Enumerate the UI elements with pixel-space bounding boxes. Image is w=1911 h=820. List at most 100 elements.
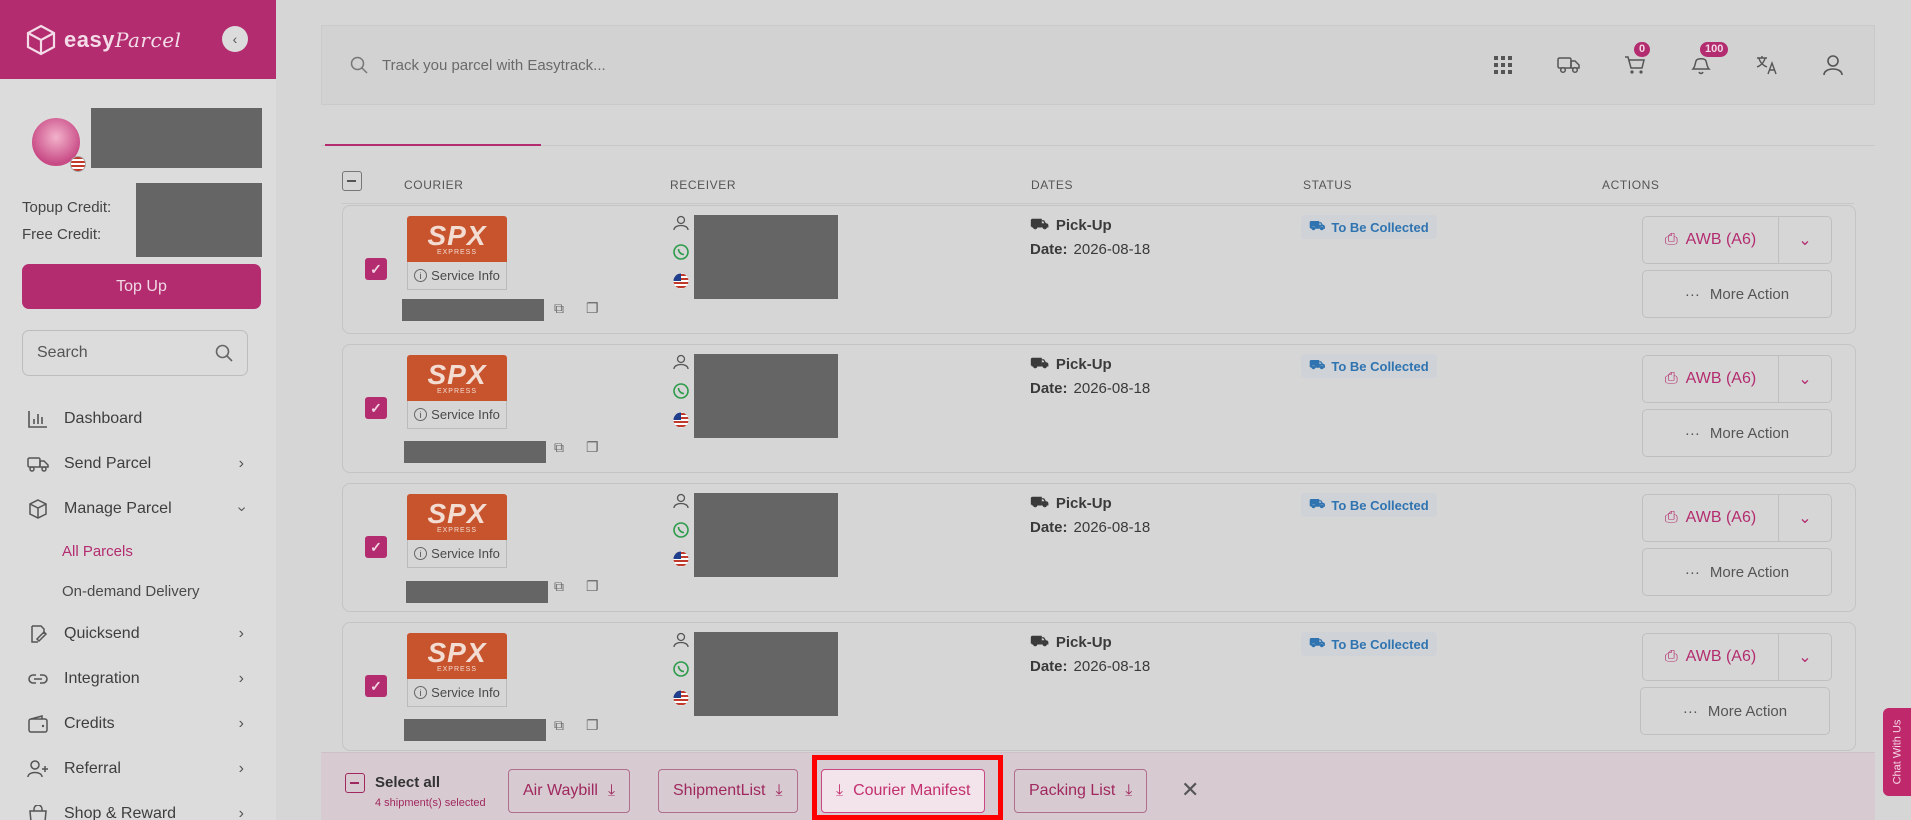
sidebar-item-dashboard[interactable]: Dashboard (0, 396, 276, 441)
selected-count: 4 shipment(s) selected (375, 797, 486, 809)
ellipsis-icon: ··· (1684, 563, 1700, 581)
more-action-button[interactable]: ··· More Action (1642, 409, 1832, 457)
shipment-list-button[interactable]: ShipmentList ⤓ (658, 769, 798, 813)
truck-icon: ⛟ (1030, 355, 1049, 372)
chevron-down-icon: ⌄ (1798, 371, 1812, 388)
header-courier: COURIER (404, 178, 464, 192)
status-badge: ⛟ To Be Collected (1301, 632, 1437, 656)
truck-icon: ⛟ (1309, 357, 1326, 372)
redacted-tracking-number (404, 719, 546, 741)
external-link-icon[interactable]: ⧉ (554, 300, 564, 317)
more-action-button[interactable]: ··· More Action (1642, 548, 1832, 596)
row-checkbox[interactable]: ✓ (365, 397, 387, 419)
awb-button-group: ⎙ AWB (A6) ⌄ (1642, 494, 1832, 542)
person-icon (672, 631, 690, 649)
chart-icon (26, 408, 50, 430)
service-info-button[interactable]: i Service Info (407, 540, 507, 568)
copy-icon[interactable]: ❐ (586, 439, 599, 456)
redacted-receiver-details (694, 215, 838, 299)
sidebar-item-label: Dashboard (64, 409, 143, 427)
sidebar-collapse-button[interactable]: ‹ (222, 26, 248, 52)
table-row: ✓ SPX EXPRESS i Service Info ⧉ ❐ ⛟ Pick-Up … (342, 622, 1856, 751)
print-awb-button[interactable]: ⎙ AWB (A6) (1643, 495, 1779, 541)
sidebar-item-integration[interactable]: Integration › (0, 656, 276, 701)
active-tab-indicator (325, 144, 541, 146)
sidebar-item-referral[interactable]: Referral › (0, 746, 276, 791)
redacted-username (91, 108, 262, 168)
easytrack-placeholder: Track you parcel with Easytrack... (382, 56, 606, 74)
service-info-button[interactable]: i Service Info (407, 679, 507, 707)
pickup-date-title: ⛟ Pick-Up (1030, 494, 1112, 512)
select-all-header-checkbox[interactable] (342, 171, 362, 191)
truck-icon: ⛟ (1030, 494, 1049, 511)
apps-grid-icon[interactable] (1490, 52, 1516, 78)
redacted-receiver-details (694, 354, 838, 438)
topbar-icons: 0 100 (1490, 42, 1846, 78)
copy-icon[interactable]: ❐ (586, 578, 599, 595)
info-icon: i (414, 408, 428, 421)
notification-icon[interactable]: 100 (1688, 42, 1729, 78)
easyparcel-logo[interactable]: easyParcel (24, 23, 181, 57)
sidebar-subitem-on-demand-delivery[interactable]: On-demand Delivery (0, 571, 276, 611)
print-awb-button[interactable]: ⎙ AWB (A6) (1643, 217, 1779, 263)
sidebar-item-label: Shop & Reward (64, 804, 177, 820)
row-checkbox[interactable]: ✓ (365, 675, 387, 697)
copy-icon[interactable]: ❐ (586, 717, 599, 734)
sidebar-item-label: Manage Parcel (64, 499, 172, 517)
person-icon (672, 214, 690, 232)
delivery-truck-icon[interactable] (1556, 52, 1582, 78)
external-link-icon[interactable]: ⧉ (554, 717, 564, 734)
truck-icon (26, 453, 50, 475)
download-icon: ⤓ (775, 782, 783, 799)
row-checkbox[interactable]: ✓ (365, 536, 387, 558)
awb-dropdown-button[interactable]: ⌄ (1779, 647, 1831, 667)
row-checkbox[interactable]: ✓ (365, 258, 387, 280)
printer-icon: ⎙ (1664, 231, 1678, 248)
chat-with-us-tab[interactable]: Chat With Us (1883, 708, 1911, 796)
cart-icon[interactable]: 0 (1622, 42, 1651, 78)
awb-dropdown-button[interactable]: ⌄ (1779, 508, 1831, 528)
sidebar-search-input[interactable]: Search (22, 330, 248, 376)
table-row: ✓ SPX EXPRESS i Service Info ⧉ ❐ ⛟ Pick-Up … (342, 344, 1856, 473)
sidebar-item-manage-parcel[interactable]: Manage Parcel › (0, 486, 276, 531)
packing-list-button[interactable]: Packing List ⤓ (1014, 769, 1148, 813)
awb-dropdown-button[interactable]: ⌄ (1779, 369, 1831, 389)
download-icon: ⤓ (1125, 782, 1133, 799)
print-awb-button[interactable]: ⎙ AWB (A6) (1643, 634, 1779, 680)
service-info-button[interactable]: i Service Info (407, 262, 507, 290)
topup-button[interactable]: Top Up (22, 264, 261, 309)
chevron-right-icon: › (238, 669, 244, 687)
service-info-button[interactable]: i Service Info (407, 401, 507, 429)
redacted-tracking-number (406, 581, 548, 603)
select-all-checkbox[interactable] (345, 773, 365, 793)
sidebar-item-quicksend[interactable]: Quicksend › (0, 611, 276, 656)
logo-text: easyParcel (64, 26, 182, 52)
sidebar-nav: Dashboard Send Parcel › Manage Parcel › … (0, 396, 276, 820)
redacted-tracking-number (402, 299, 544, 321)
sidebar-subitem-all-parcels[interactable]: All Parcels (0, 531, 276, 571)
chevron-down-icon: ⌄ (1798, 232, 1812, 249)
info-icon: i (414, 547, 428, 560)
user-account-icon[interactable] (1820, 52, 1846, 78)
print-awb-button[interactable]: ⎙ AWB (A6) (1643, 356, 1779, 402)
air-waybill-button[interactable]: Air Waybill ⤓ (508, 769, 631, 813)
close-icon[interactable]: ✕ (1181, 777, 1199, 803)
more-action-button[interactable]: ··· More Action (1640, 687, 1830, 735)
translate-icon[interactable] (1754, 52, 1780, 78)
sidebar-item-send-parcel[interactable]: Send Parcel › (0, 441, 276, 486)
external-link-icon[interactable]: ⧉ (554, 439, 564, 456)
copy-icon[interactable]: ❐ (586, 300, 599, 317)
external-link-icon[interactable]: ⧉ (554, 578, 564, 595)
spx-courier-logo: SPX EXPRESS (407, 494, 507, 540)
select-all-label[interactable]: Select all (375, 774, 440, 791)
sidebar-item-credits[interactable]: Credits › (0, 701, 276, 746)
awb-dropdown-button[interactable]: ⌄ (1779, 230, 1831, 250)
brand-header: easyParcel ‹ (0, 0, 276, 79)
whatsapp-icon (672, 660, 690, 678)
more-action-button[interactable]: ··· More Action (1642, 270, 1832, 318)
pickup-date-title: ⛟ Pick-Up (1030, 355, 1112, 373)
easytrack-search-input[interactable]: Track you parcel with Easytrack... (350, 56, 1490, 74)
whatsapp-icon (672, 243, 690, 261)
sidebar-item-shop-reward[interactable]: Shop & Reward › (0, 791, 276, 820)
ellipsis-icon: ··· (1682, 702, 1698, 720)
